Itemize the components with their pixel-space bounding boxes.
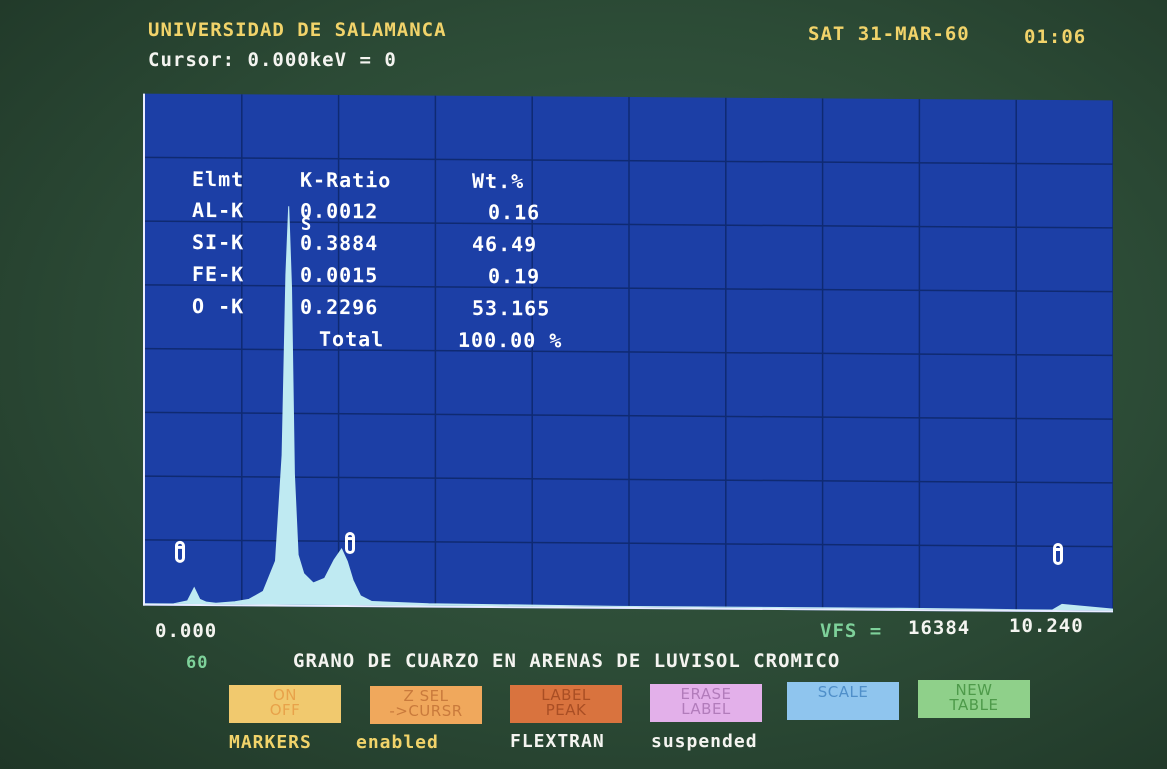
table-header-wt: Wt.% — [472, 168, 525, 194]
button-label-line2: TABLE — [949, 696, 999, 714]
marker-peak[interactable] — [345, 532, 355, 555]
table-row-element: FE-K — [192, 261, 245, 287]
marker-left[interactable] — [175, 540, 185, 563]
button-label-line2: LABEL — [681, 700, 731, 718]
button-label-line2: OFF — [269, 701, 301, 719]
x-axis-end: 10.240 — [1009, 615, 1084, 637]
table-row-element: AL-K — [192, 197, 245, 223]
table-row-wt: 0.16 — [488, 200, 541, 225]
markers-on-off-button[interactable]: ON OFF — [229, 685, 341, 723]
marker-right[interactable] — [1053, 542, 1063, 566]
flextran-status-label: FLEXTRAN — [510, 731, 605, 752]
table-total-value: 100.00 % — [458, 327, 563, 353]
x-axis-start: 0.000 — [155, 620, 218, 642]
label-peak-button[interactable]: LABEL PEAK — [510, 685, 622, 723]
table-row-wt: 0.19 — [488, 264, 541, 289]
button-label-line2: ->CURSR — [389, 702, 463, 720]
markers-status-label: MARKERS — [229, 732, 312, 753]
table-row-wt: 53.165 — [472, 295, 551, 321]
button-label-line1: SCALE — [817, 683, 869, 701]
table-row-k-ratio: 0.0015 — [300, 262, 379, 288]
markers-status-value: enabled — [356, 732, 439, 753]
flextran-status-value: suspended — [651, 731, 758, 752]
date-display: SAT 31-MAR-60 — [808, 23, 970, 45]
vfs-value: 16384 — [908, 617, 971, 639]
table-row-k-ratio: 0.2296 — [300, 294, 379, 320]
button-label-line2: PEAK — [545, 701, 587, 719]
scale-button[interactable]: SCALE — [787, 682, 899, 720]
table-header-element: Elmt — [192, 166, 245, 192]
erase-label-button[interactable]: ERASE LABEL — [650, 684, 762, 722]
spectrum-svg — [145, 94, 1113, 611]
table-header-k-ratio: K-Ratio — [300, 167, 392, 193]
time-display: 01:06 — [1024, 26, 1087, 48]
institution-title: UNIVERSIDAD DE SALAMANCA — [148, 19, 447, 41]
peak-label: S — [301, 214, 313, 235]
table-row-element: SI-K — [192, 229, 245, 255]
new-table-button[interactable]: NEW TABLE — [918, 680, 1030, 718]
table-row-wt: 46.49 — [472, 231, 538, 257]
sample-title: GRANO DE CUARZO EN ARENAS DE LUVISOL CRO… — [293, 650, 841, 672]
cursor-readout: Cursor: 0.000keV = 0 — [148, 49, 397, 71]
table-total-label: Total — [319, 326, 385, 352]
vfs-label: VFS = — [820, 620, 883, 642]
spectrum-plot[interactable]: Elmt K-Ratio Wt.% AL-K 0.0012 0.16 SI-K … — [143, 93, 1113, 613]
table-row-element: O -K — [192, 293, 245, 319]
zoom-select-cursor-button[interactable]: Z SEL ->CURSR — [370, 686, 482, 724]
page-number: 60 — [186, 653, 209, 673]
